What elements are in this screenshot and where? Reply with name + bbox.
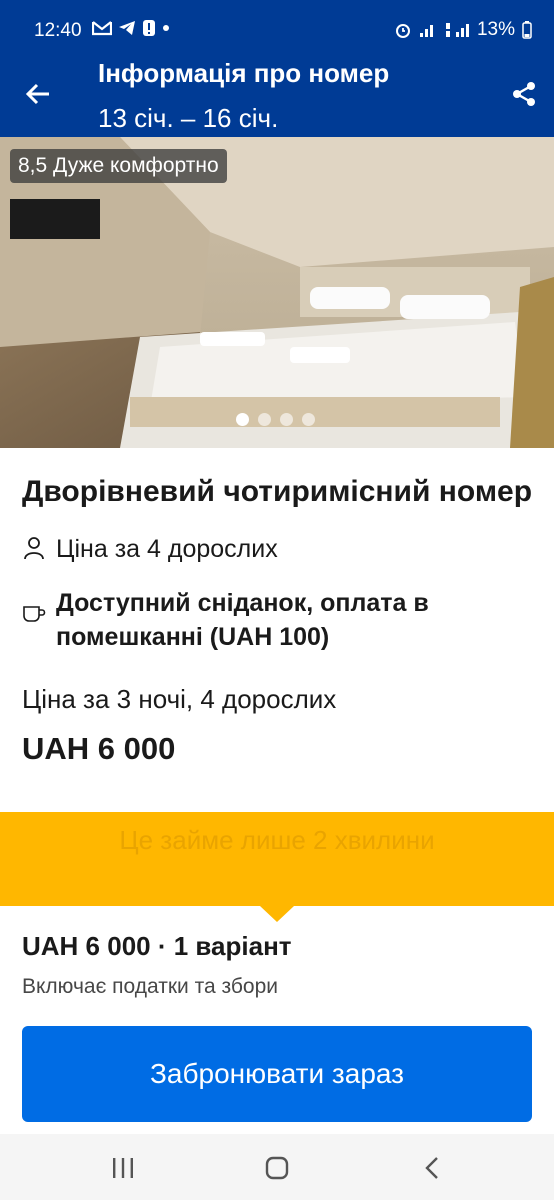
back-arrow-icon	[25, 83, 49, 105]
page-title: Інформація про номер	[98, 58, 390, 88]
signal-icon	[419, 22, 437, 38]
battery-icon	[522, 21, 532, 39]
status-bar: 12:40 13%	[0, 18, 554, 46]
occupancy-text: Ціна за 4 дорослих	[56, 535, 278, 563]
room-photo	[0, 137, 554, 448]
banner-pointer	[260, 906, 294, 922]
carousel-dot	[280, 413, 293, 426]
alarm-icon	[394, 21, 412, 39]
room-details: Дворівневий чотиримісний номер Ціна за 4…	[22, 472, 532, 768]
gmail-icon	[92, 20, 112, 36]
notification-dot-icon	[162, 24, 170, 32]
room-name: Дворівневий чотиримісний номер	[22, 475, 533, 508]
carousel-indicator	[236, 413, 315, 426]
booking-footer: UAH 6 000 · 1 варіант Включає податки та…	[22, 928, 534, 1122]
back-nav-button[interactable]	[418, 1154, 448, 1182]
occupancy-row: Ціна за 4 дорослих	[22, 532, 532, 566]
taxes-note: Включає податки та збори	[22, 975, 278, 998]
breakfast-row: Доступний сніданок, оплата в помешканні …	[22, 586, 532, 654]
battery-percent: 13%	[476, 19, 515, 40]
person-icon	[22, 536, 46, 560]
home-button[interactable]	[262, 1154, 292, 1182]
share-icon	[513, 82, 535, 106]
room-photo-carousel[interactable]: 8,5 Дуже комфортно	[0, 137, 554, 448]
book-now-button[interactable]: Забронювати зараз	[22, 1026, 532, 1122]
stay-dates: 13 січ. – 16 січ.	[98, 103, 279, 133]
carousel-dot	[236, 413, 249, 426]
carousel-dot	[302, 413, 315, 426]
alert-icon	[142, 19, 156, 37]
banner-text: Це займе лише 2 хвилини	[119, 825, 435, 855]
cup-icon	[22, 602, 46, 626]
total-summary: UAH 6 000 · 1 варіант	[22, 931, 292, 961]
carousel-dot	[258, 413, 271, 426]
info-banner: Це займе лише 2 хвилини	[0, 812, 554, 922]
status-time: 12:40	[34, 20, 82, 41]
room-price: UAH 6 000	[22, 731, 176, 766]
lte-signal-icon	[444, 21, 470, 39]
home-icon	[265, 1156, 289, 1180]
recents-icon	[113, 1158, 133, 1178]
share-button[interactable]	[510, 80, 538, 108]
rating-badge: 8,5 Дуже комфортно	[10, 149, 227, 183]
price-label: Ціна за 3 ночі, 4 дорослих	[22, 684, 337, 714]
breakfast-text: Доступний сніданок, оплата в помешканні …	[56, 589, 429, 651]
back-button[interactable]	[22, 78, 54, 110]
app-header: 12:40 13% Інформація про номер 13 січ. –…	[0, 0, 554, 137]
recents-button[interactable]	[108, 1154, 138, 1182]
back-nav-icon	[425, 1157, 438, 1179]
system-nav-bar	[0, 1134, 554, 1200]
telegram-icon	[118, 20, 136, 36]
